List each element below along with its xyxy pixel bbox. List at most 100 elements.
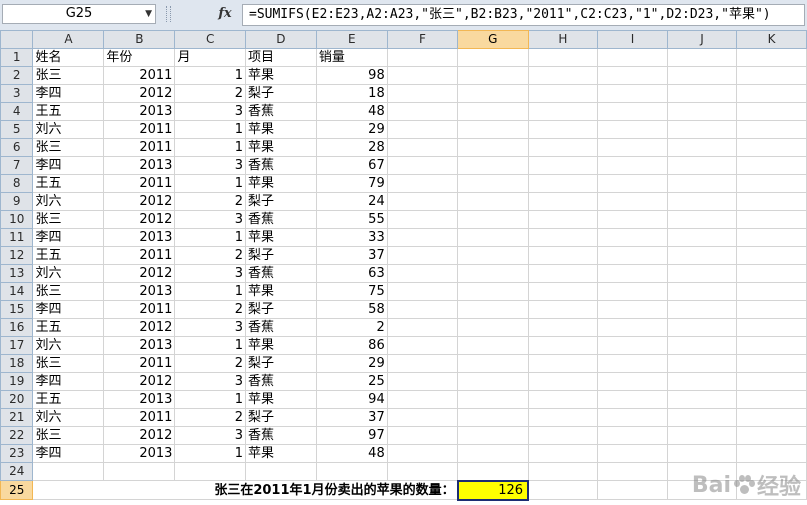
cell-i15[interactable] xyxy=(597,300,668,319)
cell-i5[interactable] xyxy=(597,120,668,139)
cell-i22[interactable] xyxy=(597,426,668,445)
cell-item[interactable]: 梨子 xyxy=(244,408,317,427)
insert-function-icon[interactable]: fx xyxy=(214,5,236,23)
cell-j20[interactable] xyxy=(666,390,738,409)
cell-g4[interactable] xyxy=(457,102,529,121)
cell-h19[interactable] xyxy=(527,372,599,391)
cell-j16[interactable] xyxy=(666,318,738,337)
cell-g13[interactable] xyxy=(457,264,529,283)
cell-name[interactable]: 张三 xyxy=(32,282,105,301)
cell-j1[interactable] xyxy=(666,48,738,67)
cell-g5[interactable] xyxy=(457,120,529,139)
cell-g23[interactable] xyxy=(457,444,529,463)
cell-item[interactable]: 苹果 xyxy=(244,174,317,193)
row-header-10[interactable]: 10 xyxy=(0,210,34,229)
cell-f23[interactable] xyxy=(386,444,459,463)
cell-j12[interactable] xyxy=(666,246,738,265)
cell-i16[interactable] xyxy=(597,318,668,337)
cell-name[interactable]: 张三 xyxy=(32,354,105,373)
cell-sales[interactable]: 18 xyxy=(315,84,388,103)
column-header-f[interactable]: F xyxy=(386,30,459,49)
cell-k15[interactable] xyxy=(736,300,807,319)
cell-h6[interactable] xyxy=(527,138,599,157)
cell-month[interactable]: 3 xyxy=(174,318,246,337)
cell-i19[interactable] xyxy=(597,372,668,391)
cell-k6[interactable] xyxy=(736,138,807,157)
cell-g14[interactable] xyxy=(457,282,529,301)
cell-j13[interactable] xyxy=(666,264,738,283)
formula-input[interactable]: =SUMIFS(E2:E23,A2:A23,"张三",B2:B23,"2011"… xyxy=(242,4,805,26)
cell-f18[interactable] xyxy=(386,354,459,373)
cell-k2[interactable] xyxy=(736,66,807,85)
cell-sales[interactable]: 29 xyxy=(315,120,388,139)
header-cell-year[interactable]: 年份 xyxy=(103,48,176,67)
cell-i9[interactable] xyxy=(597,192,668,211)
cell-item[interactable]: 香蕉 xyxy=(244,102,317,121)
cell-h5[interactable] xyxy=(527,120,599,139)
cell-g2[interactable] xyxy=(457,66,529,85)
row-header-17[interactable]: 17 xyxy=(0,336,34,355)
row-header-22[interactable]: 22 xyxy=(0,426,34,445)
cell-j15[interactable] xyxy=(666,300,738,319)
cell-year[interactable]: 2013 xyxy=(103,444,176,463)
cell-sales[interactable]: 37 xyxy=(315,246,388,265)
cell-sales[interactable]: 55 xyxy=(315,210,388,229)
cell-g21[interactable] xyxy=(457,408,529,427)
column-header-i[interactable]: I xyxy=(597,30,668,49)
row-header-6[interactable]: 6 xyxy=(0,138,34,157)
cell-month[interactable]: 1 xyxy=(174,228,246,247)
cell-i23[interactable] xyxy=(597,444,668,463)
cell-item[interactable]: 香蕉 xyxy=(244,264,317,283)
cell-item[interactable]: 苹果 xyxy=(244,390,317,409)
cell-sales[interactable]: 37 xyxy=(315,408,388,427)
cell-year[interactable]: 2011 xyxy=(103,354,176,373)
cell-f19[interactable] xyxy=(386,372,459,391)
cell-i11[interactable] xyxy=(597,228,668,247)
cell-j17[interactable] xyxy=(666,336,738,355)
header-cell-sales[interactable]: 销量 xyxy=(315,48,388,67)
cell-j6[interactable] xyxy=(666,138,738,157)
cell-name[interactable]: 王五 xyxy=(32,174,105,193)
cell-sales[interactable]: 25 xyxy=(315,372,388,391)
cell-sales[interactable]: 94 xyxy=(315,390,388,409)
cell-month[interactable]: 3 xyxy=(174,372,246,391)
cell-f3[interactable] xyxy=(386,84,459,103)
cell-j5[interactable] xyxy=(666,120,738,139)
result-cell-g25[interactable]: 126 xyxy=(456,479,530,501)
cell-year[interactable]: 2013 xyxy=(103,390,176,409)
cell-g9[interactable] xyxy=(457,192,529,211)
cell-k12[interactable] xyxy=(736,246,807,265)
cell-sales[interactable]: 67 xyxy=(315,156,388,175)
row-header-1[interactable]: 1 xyxy=(0,48,34,67)
cell-year[interactable]: 2011 xyxy=(103,120,176,139)
cell-item[interactable]: 香蕉 xyxy=(244,426,317,445)
cell-d24[interactable] xyxy=(244,462,317,481)
column-header-c[interactable]: C xyxy=(174,30,246,49)
cell-g17[interactable] xyxy=(457,336,529,355)
row-header-18[interactable]: 18 xyxy=(0,354,34,373)
cell-item[interactable]: 苹果 xyxy=(244,336,317,355)
cell-h14[interactable] xyxy=(527,282,599,301)
row-header-8[interactable]: 8 xyxy=(0,174,34,193)
cell-item[interactable]: 苹果 xyxy=(244,138,317,157)
cell-f12[interactable] xyxy=(386,246,459,265)
cell-name[interactable]: 李四 xyxy=(32,444,105,463)
cell-item[interactable]: 梨子 xyxy=(244,246,317,265)
cell-j8[interactable] xyxy=(666,174,738,193)
cell-k5[interactable] xyxy=(736,120,807,139)
cell-name[interactable]: 刘六 xyxy=(32,120,105,139)
cell-g16[interactable] xyxy=(457,318,529,337)
cell-name[interactable]: 刘六 xyxy=(32,264,105,283)
cell-c24[interactable] xyxy=(174,462,246,481)
cell-k11[interactable] xyxy=(736,228,807,247)
cell-year[interactable]: 2011 xyxy=(103,174,176,193)
cell-year[interactable]: 2013 xyxy=(103,228,176,247)
cell-name[interactable]: 李四 xyxy=(32,300,105,319)
cell-item[interactable]: 香蕉 xyxy=(244,372,317,391)
column-header-k[interactable]: K xyxy=(736,30,807,49)
row-header-15[interactable]: 15 xyxy=(0,300,34,319)
cell-f17[interactable] xyxy=(386,336,459,355)
cell-k1[interactable] xyxy=(736,48,807,67)
cell-g15[interactable] xyxy=(457,300,529,319)
cell-j21[interactable] xyxy=(666,408,738,427)
